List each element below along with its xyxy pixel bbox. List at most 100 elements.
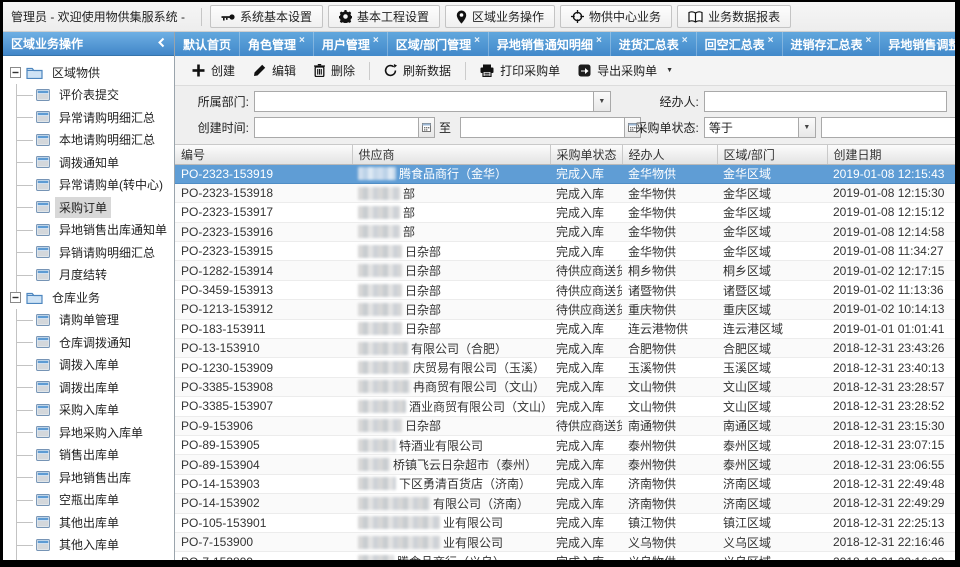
table-row[interactable]: PO-105-153901业有限公司完成入库镇江物供镇江区域2018-12-31…: [175, 513, 955, 532]
column-header-编号[interactable]: 编号: [175, 145, 352, 164]
app-title: 管理员 - 欢迎使用物供集服系统 -: [11, 8, 185, 25]
department-dropdown-button[interactable]: ▼: [593, 92, 610, 111]
sidebar-item[interactable]: 仓库调拨通知: [3, 331, 174, 354]
date-from-picker-button[interactable]: [418, 118, 434, 137]
agent-field[interactable]: [704, 91, 947, 112]
sidebar-item[interactable]: 异常请购明细汇总: [3, 106, 174, 129]
table-row[interactable]: PO-3385-153908冉商贸有限公司（文山）完成入库文山物供文山区域201…: [175, 377, 955, 396]
tab-角色管理[interactable]: 角色管理×: [240, 32, 314, 56]
toolbar-button-trash[interactable]: 删除: [305, 59, 364, 82]
agent-input[interactable]: [705, 92, 946, 111]
department-select[interactable]: ▼: [254, 91, 611, 112]
menubar-item-gear[interactable]: 基本工程设置: [328, 5, 440, 28]
table-row[interactable]: PO-1282-153914日杂部待供应商送货桐乡物供桐乡区域2019-01-0…: [175, 261, 955, 280]
tree-group[interactable]: 仓库业务: [3, 286, 174, 309]
tab-close-icon[interactable]: ×: [299, 35, 305, 46]
sidebar-item[interactable]: 其他出库单: [3, 511, 174, 534]
table-row[interactable]: PO-183-153911日杂部完成入库连云港物供连云港区域2019-01-01…: [175, 319, 955, 338]
department-input[interactable]: [255, 92, 593, 111]
sidebar-item[interactable]: 调拨通知单: [3, 151, 174, 174]
menubar-item-target[interactable]: 物供中心业务: [560, 5, 672, 28]
table-row[interactable]: PO-1213-153912日杂部待供应商送货重庆物供重庆区域2019-01-0…: [175, 300, 955, 319]
sidebar-item[interactable]: 其他入库单: [3, 534, 174, 557]
date-from-input[interactable]: [255, 118, 418, 137]
tab-close-icon[interactable]: ×: [474, 35, 480, 46]
tab-进销存汇总表[interactable]: 进销存汇总表×: [783, 32, 881, 56]
sidebar-item[interactable]: 异常请购单(转中心): [3, 174, 174, 197]
toolbar-button-export[interactable]: 导出采购单▼: [569, 59, 682, 82]
column-header-区域/部门[interactable]: 区域/部门: [717, 145, 827, 164]
status-operator-dropdown-button[interactable]: ▼: [798, 118, 815, 137]
column-header-供应商[interactable]: 供应商: [352, 145, 550, 164]
tree-group[interactable]: 区域物供: [3, 61, 174, 84]
column-header-经办人[interactable]: 经办人: [622, 145, 717, 164]
tab-close-icon[interactable]: ×: [866, 35, 872, 46]
cell-po-number: PO-105-153901: [175, 513, 352, 532]
sidebar-item[interactable]: 空瓶出库单: [3, 489, 174, 512]
table-row[interactable]: PO-7-153900业有限公司完成入库义乌物供义乌区域2018-12-31 2…: [175, 532, 955, 551]
table-row[interactable]: PO-14-153902有限公司（济南）完成入库济南物供济南区域2018-12-…: [175, 494, 955, 513]
status-value-input[interactable]: [822, 118, 955, 137]
table-row[interactable]: PO-1230-153909庆贸易有限公司（玉溪）完成入库玉溪物供玉溪区域201…: [175, 358, 955, 377]
status-value-field[interactable]: [821, 117, 955, 138]
sidebar-item[interactable]: 异销出库调整: [3, 556, 174, 560]
date-from-field[interactable]: [254, 117, 435, 138]
tab-异地销售调整明细[interactable]: 异地销售调整明细×: [880, 32, 955, 56]
date-to-input[interactable]: [461, 118, 624, 137]
tab-close-icon[interactable]: ×: [373, 35, 379, 46]
tab-close-icon[interactable]: ×: [768, 35, 774, 46]
sidebar-item[interactable]: 异地销售出库: [3, 466, 174, 489]
table-row[interactable]: PO-2323-153917部完成入库金华物供金华区域2019-01-08 12…: [175, 203, 955, 222]
table-row[interactable]: PO-9-153906日杂部待供应商送货南通物供南通区域2018-12-31 2…: [175, 416, 955, 435]
sidebar-item[interactable]: 采购订单: [3, 196, 174, 219]
sidebar-item[interactable]: 采购入库单: [3, 399, 174, 422]
table-row[interactable]: PO-13-153910有限公司（合肥）完成入库合肥物供合肥区域2018-12-…: [175, 339, 955, 358]
sidebar-item[interactable]: 调拨出库单: [3, 376, 174, 399]
menubar-item-book[interactable]: 业务数据报表: [677, 5, 791, 28]
toolbar-button-refresh[interactable]: 刷新数据: [375, 59, 460, 82]
cell-supplier: 腾食品商行（金华）: [352, 164, 550, 183]
tab-用户管理[interactable]: 用户管理×: [314, 32, 388, 56]
menubar-item-key[interactable]: 系统基本设置: [210, 5, 323, 28]
toolbar-button-printer[interactable]: 打印采购单: [471, 59, 569, 82]
toolbar-button-pencil[interactable]: 编辑: [244, 59, 305, 82]
tab-close-icon[interactable]: ×: [596, 35, 602, 46]
table-row[interactable]: PO-89-153905特酒业有限公司完成入库泰州物供泰州区域2018-12-3…: [175, 435, 955, 454]
sidebar-item[interactable]: 异地销售出库通知单: [3, 219, 174, 242]
column-header-创建日期[interactable]: 创建日期: [827, 145, 955, 164]
table-row[interactable]: PO-2323-153916部完成入库金华物供金华区域2019-01-08 12…: [175, 222, 955, 241]
tab-异地销售通知明细[interactable]: 异地销售通知明细×: [489, 32, 611, 56]
expander-minus-icon[interactable]: [10, 67, 21, 78]
table-row[interactable]: PO-2323-153918部完成入库金华物供金华区域2019-01-08 12…: [175, 183, 955, 202]
cell-region: 重庆区域: [717, 300, 827, 319]
sidebar-item[interactable]: 本地请购明细汇总: [3, 129, 174, 152]
table-row[interactable]: PO-2323-153915日杂部完成入库金华物供金华区域2019-01-08 …: [175, 242, 955, 261]
calendar-icon: [422, 121, 431, 135]
table-row[interactable]: PO-14-153903下区勇清百货店（济南）完成入库济南物供济南区域2018-…: [175, 474, 955, 493]
chevron-left-icon[interactable]: [157, 37, 166, 51]
table-row[interactable]: PO-2323-153919腾食品商行（金华）完成入库金华物供金华区域2019-…: [175, 164, 955, 183]
sidebar-item[interactable]: 月度结转: [3, 264, 174, 287]
tab-默认首页[interactable]: 默认首页: [175, 32, 240, 56]
sidebar-item[interactable]: 评价表提交: [3, 84, 174, 107]
toolbar-button-plus[interactable]: 创建: [183, 59, 244, 82]
table-row[interactable]: PO-89-153904桥镇飞云日杂超市（泰州）完成入库泰州物供泰州区域2018…: [175, 455, 955, 474]
sidebar-item[interactable]: 请购单管理: [3, 309, 174, 332]
sidebar-item[interactable]: 销售出库单: [3, 444, 174, 467]
table-row[interactable]: PO-3459-153913日杂部待供应商送货诸暨物供诸暨区域2019-01-0…: [175, 280, 955, 299]
supplier-visible-text: 冉商贸有限公司（文山）: [413, 380, 545, 394]
sidebar-item[interactable]: 调拨入库单: [3, 354, 174, 377]
column-header-采购单状态[interactable]: 采购单状态: [550, 145, 622, 164]
expander-minus-icon[interactable]: [10, 292, 21, 303]
sidebar-item[interactable]: 异地采购入库单: [3, 421, 174, 444]
tab-进货汇总表[interactable]: 进货汇总表×: [611, 32, 697, 56]
menubar-item-pin[interactable]: 区域业务操作: [445, 5, 555, 28]
status-operator-select[interactable]: 等于 ▼: [704, 117, 816, 138]
tab-close-icon[interactable]: ×: [682, 35, 688, 46]
chevron-down-icon: ▼: [666, 67, 673, 74]
table-row[interactable]: PO-7-153899腾食品商行（义乌）完成入库义乌物供义乌区域2018-12-…: [175, 552, 955, 560]
sidebar-item[interactable]: 异销请购明细汇总: [3, 241, 174, 264]
tab-回空汇总表[interactable]: 回空汇总表×: [697, 32, 783, 56]
table-row[interactable]: PO-3385-153907酒业商贸有限公司（文山）完成入库文山物供文山区域20…: [175, 397, 955, 416]
tab-区域/部门管理[interactable]: 区域/部门管理×: [388, 32, 489, 56]
